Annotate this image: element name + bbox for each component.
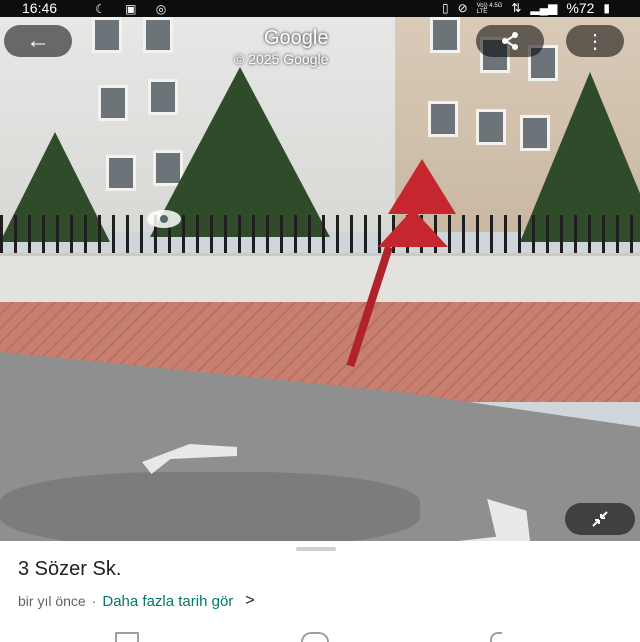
bottom-sheet[interactable]: 3 Sözer Sk. bir yıl önce · Daha fazla ta… bbox=[0, 541, 640, 642]
network-icon: ⇅ bbox=[511, 1, 522, 15]
google-watermark: Google bbox=[264, 27, 329, 49]
moon-icon: ☾ bbox=[95, 2, 114, 16]
collapse-button[interactable] bbox=[565, 503, 635, 535]
chevron-right-icon[interactable]: > bbox=[245, 592, 254, 610]
street-name: 3 Sözer Sk. bbox=[18, 558, 122, 580]
back-nav-icon[interactable] bbox=[490, 632, 502, 642]
window bbox=[143, 17, 173, 53]
share-button[interactable] bbox=[476, 25, 544, 57]
tree bbox=[150, 67, 330, 237]
drag-handle[interactable] bbox=[296, 547, 336, 551]
instagram-icon: ◎ bbox=[155, 2, 175, 16]
street-view-panorama[interactable]: Google © 2025 Google ← ⋮ bbox=[0, 17, 640, 541]
image-icon: ▣ bbox=[125, 2, 145, 16]
history-link[interactable]: Daha fazla tarih gör bbox=[102, 593, 233, 610]
separator-dot: · bbox=[91, 593, 97, 609]
copyright-label: © 2025 Google bbox=[234, 51, 329, 67]
more-options-button[interactable]: ⋮ bbox=[566, 25, 624, 57]
timeline-text: bir yıl önce bbox=[18, 593, 86, 609]
speed-bump-sign bbox=[378, 209, 448, 247]
photo-marker[interactable] bbox=[147, 210, 181, 228]
timeline-row: bir yıl önce · Daha fazla tarih gör > bbox=[18, 592, 255, 610]
volte-icon: Vo)) 4.5G LTE bbox=[476, 2, 503, 15]
window bbox=[430, 17, 460, 53]
tree-shadow bbox=[0, 472, 420, 541]
mute-icon: ⊘ bbox=[457, 1, 468, 15]
window bbox=[106, 155, 136, 191]
status-bar: 16:46 ☾ ▣ ◎ ▯ ⊘ Vo)) 4.5G LTE ⇅ ▂▄▆ %72 … bbox=[0, 0, 640, 17]
more-vert-icon: ⋮ bbox=[585, 30, 605, 53]
window bbox=[98, 85, 128, 121]
collapse-icon bbox=[592, 511, 608, 527]
battery-icon: ▮ bbox=[603, 1, 610, 15]
vibrate-icon: ▯ bbox=[441, 1, 449, 15]
children-crossing-sign bbox=[388, 159, 456, 214]
signal-icon: ▂▄▆ bbox=[530, 1, 558, 15]
system-nav-bar bbox=[0, 632, 640, 642]
share-icon bbox=[502, 32, 518, 50]
status-right-icons: ▯ ⊘ Vo)) 4.5G LTE ⇅ ▂▄▆ %72 ▮ bbox=[442, 0, 610, 17]
window bbox=[476, 109, 506, 145]
status-time: 16:46 bbox=[22, 0, 58, 16]
battery-percent: %72 bbox=[566, 0, 595, 16]
home-icon[interactable] bbox=[301, 632, 329, 642]
status-left-icons: ☾ ▣ ◎ bbox=[95, 1, 174, 18]
window bbox=[428, 101, 458, 137]
recents-icon[interactable] bbox=[115, 632, 139, 642]
back-button[interactable]: ← bbox=[4, 25, 72, 57]
window bbox=[92, 17, 122, 53]
wall bbox=[0, 253, 640, 308]
arrow-left-icon: ← bbox=[26, 27, 50, 54]
